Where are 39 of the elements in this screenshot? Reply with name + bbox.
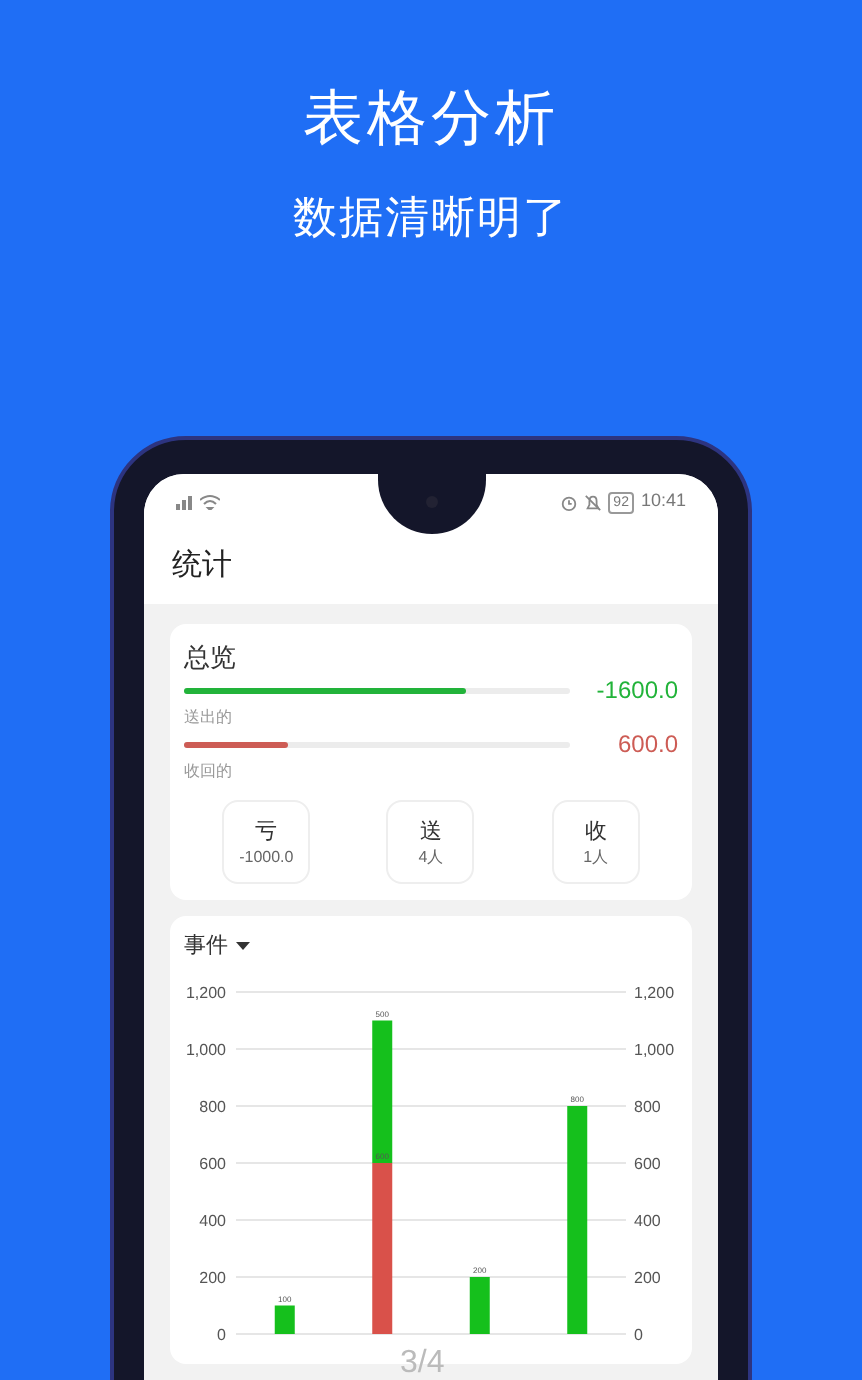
stat-label: 送: [419, 817, 442, 845]
status-time: 10:41: [640, 488, 686, 515]
axis-label: 1,000: [185, 1041, 226, 1059]
axis-label: 0: [634, 1326, 643, 1344]
axis-label: 1,200: [185, 984, 226, 1002]
bar-label: 收回的: [184, 760, 234, 784]
bar: [469, 1277, 490, 1334]
axis-label: 1,200: [634, 984, 675, 1002]
axis-label: 200: [199, 1269, 226, 1287]
axis-label: 600: [634, 1155, 661, 1173]
bell-off-icon: [583, 493, 602, 511]
page-title: 统计: [172, 546, 232, 587]
signal-icon: [176, 494, 196, 510]
axis-label: 400: [199, 1212, 226, 1230]
axis-label: 0: [217, 1326, 226, 1344]
axis-label: 800: [634, 1098, 661, 1116]
axis-label: 400: [634, 1212, 661, 1230]
promo-subtitle: 数据清晰明了: [293, 194, 569, 246]
stat-value: 1人: [583, 847, 609, 867]
stat-label: 亏: [255, 817, 278, 845]
amount-value: -1600.0: [596, 676, 678, 704]
bar: [274, 1305, 295, 1334]
bar: [372, 1020, 393, 1163]
stat-value: 4人: [418, 847, 444, 867]
caret-icon: [236, 942, 250, 950]
event-dropdown[interactable]: 事件: [170, 932, 264, 960]
page-indicator: 3/4: [400, 1346, 445, 1380]
stat-value: -1000.0: [239, 847, 294, 867]
card-title: 总览: [184, 640, 238, 676]
amount-value: 600.0: [617, 730, 678, 758]
bar-label: 送出的: [184, 706, 234, 730]
axis-label: 800: [199, 1098, 226, 1116]
stat-label: 收: [584, 817, 607, 845]
alarm-icon: [559, 493, 578, 511]
axis-label: 200: [634, 1269, 661, 1287]
axis-label: 1,000: [634, 1041, 675, 1059]
wifi-icon: [200, 494, 220, 510]
axis-label: 600: [199, 1155, 226, 1173]
promo-title: 表格分析: [303, 82, 559, 158]
